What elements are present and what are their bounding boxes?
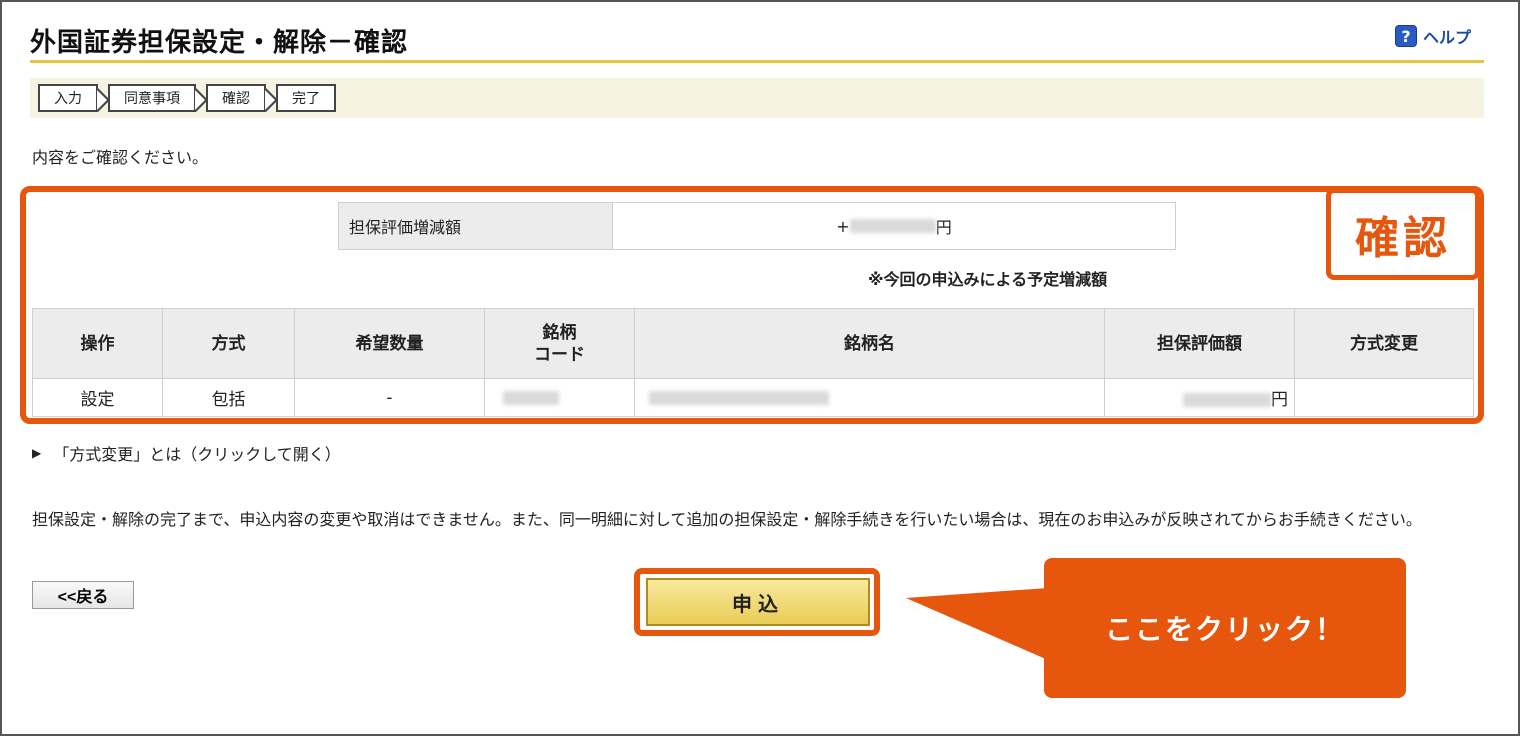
callout-pointer-shape xyxy=(906,588,1048,660)
callout-bubble: ここをクリック！ xyxy=(1044,558,1406,698)
